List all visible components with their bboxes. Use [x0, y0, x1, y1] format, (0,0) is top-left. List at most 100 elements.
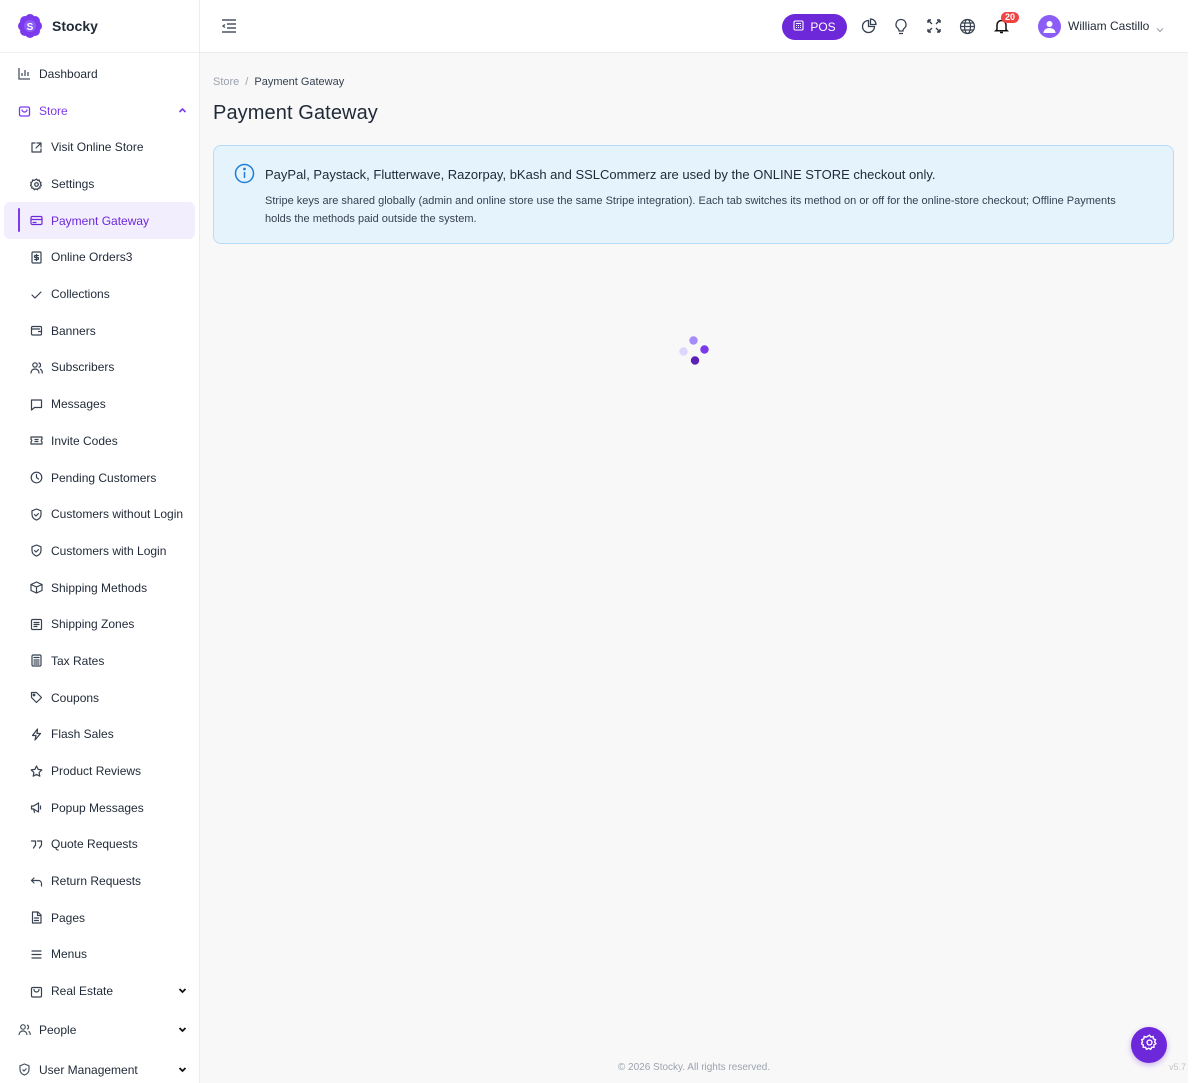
sidebar-item-label: Payment Gateway — [51, 213, 150, 228]
sidebar-item-pending-customers[interactable]: Pending Customers — [0, 459, 199, 496]
user-name[interactable]: William Castillo — [1068, 19, 1149, 33]
sidebar-item-pages[interactable]: Pages — [0, 899, 199, 936]
pos-label: POS — [810, 20, 836, 34]
sidebar-item-label: Customers without Login — [51, 507, 184, 522]
brand-name: Stocky — [52, 18, 98, 34]
quote-icon — [30, 838, 43, 851]
sidebar-item-label: Coupons — [51, 690, 100, 705]
sidebar-item-user-management[interactable]: User Management — [0, 1050, 199, 1083]
sidebar-item-banners[interactable]: Banners — [0, 312, 199, 349]
sidebar-item-label: Popup Messages — [51, 800, 144, 815]
building-icon — [30, 985, 43, 998]
shopping-bag-icon — [17, 104, 31, 118]
pos-icon — [793, 20, 804, 34]
sidebar-item-label: Settings — [51, 177, 95, 192]
sidebar-item-menus[interactable]: Menus — [0, 936, 199, 973]
sidebar-item-store[interactable]: Store — [0, 92, 199, 129]
brand[interactable]: S Stocky — [0, 0, 199, 53]
map-icon — [30, 618, 43, 631]
gear-icon — [1139, 1034, 1158, 1056]
breadcrumb-parent[interactable]: Store — [213, 76, 239, 88]
shield-icon — [17, 1063, 31, 1077]
users-icon — [17, 1023, 31, 1037]
sidebar-item-label: User Management — [39, 1062, 138, 1077]
sidebar-item-customers-with-login[interactable]: Customers with Login — [0, 533, 199, 570]
sidebar-item-label: Invite Codes — [51, 433, 118, 448]
fullscreen-icon[interactable] — [925, 17, 943, 35]
sidebar-item-return-requests[interactable]: Return Requests — [0, 863, 199, 900]
sidebar-item-dashboard[interactable]: Dashboard — [0, 55, 199, 92]
sidebar-item-people[interactable]: People — [0, 1010, 199, 1050]
notification-count-badge: 20 — [1001, 12, 1020, 23]
sidebar-item-visit-online-store[interactable]: Visit Online Store — [0, 129, 199, 166]
pie-chart-icon[interactable] — [859, 17, 877, 35]
sidebar-item-label: Collections — [51, 287, 110, 302]
sidebar-item-label: Dashboard — [39, 66, 98, 81]
sidebar-item-tax-rates[interactable]: Tax Rates — [0, 643, 199, 680]
users-icon — [30, 361, 43, 374]
sidebar-item-label: Pages — [51, 910, 86, 925]
sidebar-item-online-orders3[interactable]: Online Orders3 — [0, 239, 199, 276]
breadcrumb-separator: / — [245, 76, 249, 88]
sidebar-item-label: People — [39, 1022, 77, 1037]
wallet-icon — [30, 324, 43, 337]
sidebar-item-label: Real Estate — [51, 984, 114, 999]
credit-card-icon — [30, 214, 43, 227]
sidebar-item-shipping-zones[interactable]: Shipping Zones — [0, 606, 199, 643]
sidebar-item-flash-sales[interactable]: Flash Sales — [0, 716, 199, 753]
sidebar-item-label: Subscribers — [51, 360, 115, 375]
sidebar-item-invite-codes[interactable]: Invite Codes — [0, 423, 199, 460]
sidebar-item-label: Visit Online Store — [51, 140, 144, 155]
breadcrumb: Store / Payment Gateway — [213, 76, 344, 88]
box-icon — [30, 581, 43, 594]
sidebar-item-customers-without-login[interactable]: Customers without Login — [0, 496, 199, 533]
sidebar-item-label: Messages — [51, 397, 106, 412]
globe-icon[interactable] — [958, 17, 976, 35]
sidebar-item-popup-messages[interactable]: Popup Messages — [0, 789, 199, 826]
app-version: v5.7 — [1168, 1062, 1186, 1072]
settings-fab-button[interactable] — [1131, 1027, 1167, 1063]
check-icon — [30, 288, 43, 301]
sidebar-item-label: Flash Sales — [51, 727, 114, 742]
page-title: Payment Gateway — [213, 102, 378, 124]
file-icon — [30, 911, 43, 924]
return-icon — [30, 875, 43, 888]
stocky-logo-icon: S — [17, 13, 43, 39]
menu-icon — [30, 948, 43, 961]
receipt-icon — [30, 251, 43, 264]
sidebar-item-label: Shipping Methods — [51, 580, 148, 595]
sidebar-item-quote-requests[interactable]: Quote Requests — [0, 826, 199, 863]
lightbulb-icon[interactable] — [892, 17, 910, 35]
sidebar-item-label: Online Orders3 — [51, 250, 133, 265]
sidebar-item-coupons[interactable]: Coupons — [0, 679, 199, 716]
chevron-down-icon — [177, 1065, 187, 1075]
chevron-down-icon[interactable] — [1155, 22, 1165, 33]
message-icon — [30, 398, 43, 411]
bolt-icon — [30, 728, 43, 741]
sidebar-item-label: Quote Requests — [51, 837, 138, 852]
megaphone-icon — [30, 801, 43, 814]
ticket-icon — [30, 434, 43, 447]
sidebar-item-settings[interactable]: Settings — [0, 166, 199, 203]
calculator-icon — [30, 654, 43, 668]
sidebar-item-label: Return Requests — [51, 874, 142, 889]
sidebar-item-label: Shipping Zones — [51, 617, 135, 632]
sidebar-item-shipping-methods[interactable]: Shipping Methods — [0, 569, 199, 606]
sidebar-item-collections[interactable]: Collections — [0, 276, 199, 313]
sidebar-item-product-reviews[interactable]: Product Reviews — [0, 753, 199, 790]
sidebar-item-label: Customers with Login — [51, 543, 167, 558]
sidebar-item-subscribers[interactable]: Subscribers — [0, 349, 199, 386]
sidebar-item-label: Menus — [51, 947, 88, 962]
sidebar-item-messages[interactable]: Messages — [0, 386, 199, 423]
loading-spinner-icon — [678, 334, 712, 368]
clock-icon — [30, 471, 43, 484]
menu-toggle-icon[interactable] — [220, 17, 238, 35]
pos-button[interactable]: POS — [782, 14, 847, 40]
sidebar: S Stocky Dashboard Store Visit Online St… — [0, 0, 200, 1083]
sidebar-item-label: Pending Customers — [51, 470, 157, 485]
sidebar-item-real-estate[interactable]: Real Estate — [0, 973, 199, 1010]
avatar[interactable] — [1038, 15, 1061, 38]
chevron-up-icon — [177, 105, 187, 115]
page-scrollbar[interactable] — [1188, 0, 1200, 1083]
sidebar-item-payment-gateway[interactable]: Payment Gateway — [4, 202, 195, 240]
